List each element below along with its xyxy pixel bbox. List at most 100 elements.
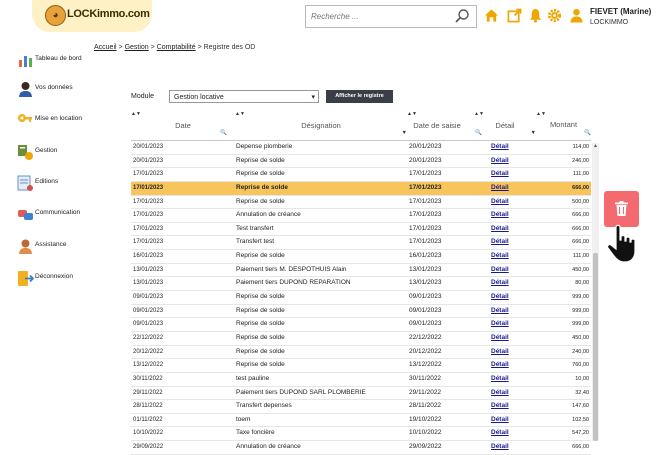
search-box[interactable] (305, 5, 477, 28)
user-icon[interactable] (569, 8, 584, 23)
sort-arrows-icon[interactable]: ▲▼ (131, 111, 141, 117)
column-date[interactable]: ▲▼ Date 🔍 (131, 110, 235, 140)
detail-link[interactable]: Détail (491, 168, 509, 181)
detail-link[interactable]: Détail (491, 414, 509, 427)
table-row[interactable]: 20/01/2023 Reprise de solde 20/01/2023 Déta… (131, 155, 591, 169)
logo[interactable]: ◕ LOCKimmo.com (32, 0, 152, 32)
column-designation[interactable]: ▲▼ Désignation ▼ (235, 110, 407, 140)
table-row[interactable]: 22/12/2022 Reprise de solde 22/12/2022 Déta… (131, 332, 591, 346)
table-row[interactable]: 17/01/2023 Reprise de solde 17/01/2023 Déta… (131, 181, 591, 196)
bell-icon[interactable] (528, 8, 543, 23)
detail-link[interactable]: Détail (491, 332, 509, 345)
external-link-icon[interactable] (507, 8, 522, 23)
sidebar-item-vos-donnees[interactable]: Vos données (15, 81, 115, 101)
cell-date: 20/12/2022 (133, 348, 164, 355)
detail-link[interactable]: Détail (491, 359, 509, 372)
sidebar-item-label: Assistance (35, 241, 67, 248)
cell-date: 17/01/2023 (133, 184, 164, 191)
sidebar-item-gestion[interactable]: Gestion (15, 144, 115, 164)
breadcrumb-gestion[interactable]: Gestion (125, 44, 149, 51)
sort-arrows-icon[interactable]: ▲▼ (474, 111, 484, 117)
module-select[interactable]: Gestion locative ▾ (169, 90, 319, 103)
sort-arrows-icon[interactable]: ▲▼ (407, 111, 417, 117)
detail-link[interactable]: Détail (491, 155, 509, 168)
detail-link[interactable]: Détail (491, 209, 509, 222)
detail-link[interactable]: Détail (491, 182, 509, 195)
detail-link[interactable]: Détail (491, 318, 509, 331)
sidebar-item-mise-en-location[interactable]: Mise en location (15, 112, 115, 132)
detail-link[interactable]: Détail (491, 346, 509, 359)
home-icon[interactable] (484, 8, 499, 23)
sidebar-item-editions[interactable]: Editions (15, 175, 115, 195)
table-row[interactable]: 20/12/2022 Reprise de solde 20/12/2022 Déta… (131, 346, 591, 360)
breadcrumb-comptabilite[interactable]: Comptabilité (157, 44, 196, 51)
detail-link[interactable]: Détail (491, 441, 509, 454)
detail-link[interactable]: Détail (491, 291, 509, 304)
cell-designation: Reprise de solde (236, 170, 285, 178)
table-row[interactable]: 30/11/2022 test pauline 30/11/2022 Détail 10… (131, 373, 591, 387)
search-icon[interactable] (454, 8, 470, 24)
detail-link[interactable]: Détail (491, 223, 509, 236)
table-row[interactable]: 17/01/2023 Annulation de créance 17/01/202… (131, 209, 591, 223)
gear-icon[interactable] (547, 8, 562, 23)
detail-link[interactable]: Détail (491, 250, 509, 263)
detail-link[interactable]: Détail (491, 264, 509, 277)
detail-link[interactable]: Détail (491, 427, 509, 440)
table-scrollbar[interactable]: ▲ (592, 143, 599, 441)
search-icon[interactable]: 🔍 (220, 130, 227, 136)
sidebar-item-label: Editions (35, 178, 59, 185)
sidebar-item-communication[interactable]: Communication (15, 206, 115, 226)
cell-date: 09/01/2023 (133, 307, 164, 314)
table-row[interactable]: 17/01/2023 Test transfert 17/01/2023 Détail… (131, 223, 591, 237)
delete-button[interactable] (604, 191, 639, 227)
cell-montant: 147,60 (572, 403, 589, 410)
detail-link[interactable]: Détail (491, 373, 509, 386)
scroll-up-icon[interactable]: ▲ (592, 143, 599, 149)
sidebar-item-deconnexion[interactable]: Déconnexion (15, 270, 115, 290)
table-row[interactable]: 01/11/2022 toem 19/10/2022 Détail 102,50 (131, 414, 591, 428)
search-input[interactable] (306, 7, 446, 26)
sidebar-item-assistance[interactable]: Assistance (15, 238, 115, 258)
table-row[interactable]: 09/01/2023 Reprise de solde 09/01/2023 Déta… (131, 291, 591, 305)
sort-arrows-icon[interactable]: ▲▼ (536, 111, 546, 117)
table-row[interactable]: 29/09/2022 Annulation de créance 29/09/202… (131, 441, 591, 455)
sort-arrows-icon[interactable]: ▲▼ (235, 111, 245, 117)
detail-link[interactable]: Détail (491, 400, 509, 413)
table-row[interactable]: 13/01/2023 Paiement tiers DUPOND REPARATI… (131, 277, 591, 292)
column-detail[interactable]: ▲▼ Détail ▼ (474, 110, 536, 140)
detail-link[interactable]: Détail (491, 277, 509, 290)
table-row[interactable]: 20/01/2023 Depense plomberie 20/01/2023 Dét… (131, 141, 591, 155)
cell-date: 01/11/2022 (133, 416, 163, 423)
scrollbar-thumb[interactable] (593, 253, 598, 441)
module-select-value: Gestion locative (174, 94, 224, 101)
column-saisie[interactable]: ▲▼ Date de saisie 🔍 (407, 110, 482, 140)
cell-saisie: 10/10/2022 (409, 429, 442, 437)
cell-designation: Reprise de solde (236, 293, 285, 301)
detail-link[interactable]: Détail (491, 236, 509, 249)
show-register-button[interactable]: Afficher le registre (326, 90, 393, 103)
sidebar-item-label: Communication (35, 209, 81, 216)
column-montant[interactable]: ▲▼ Montant 🔍 (536, 110, 591, 140)
cell-date: 09/01/2023 (133, 321, 164, 328)
table-row[interactable]: 17/01/2023 Reprise de solde 17/01/2023 Déta… (131, 196, 591, 210)
cell-date: 17/01/2023 (133, 239, 164, 246)
table-row[interactable]: 17/01/2023 Reprise de solde 17/01/2023 Déta… (131, 168, 591, 182)
table-row[interactable]: 09/01/2023 Reprise de solde 09/01/2023 Déta… (131, 305, 591, 319)
detail-link[interactable]: Détail (491, 196, 509, 209)
table-row[interactable]: 16/01/2023 Reprise de solde 16/01/2023 Déta… (131, 250, 591, 264)
table-row[interactable]: 09/01/2023 Reprise de solde 09/01/2023 Déta… (131, 318, 591, 332)
table-row[interactable]: 29/11/2022 Paiement tiers DUPOND SARL PLO… (131, 387, 591, 401)
detail-link[interactable]: Détail (491, 141, 509, 154)
breadcrumb-home[interactable]: Accueil (94, 44, 117, 51)
table-row[interactable]: 10/10/2022 Taxe foncière 10/10/2022 Détail 5… (131, 427, 591, 442)
table-row[interactable]: 28/11/2022 Transfert depenses 28/11/2022 Dé… (131, 400, 591, 414)
table-row[interactable]: 13/01/2023 Paiement tiers M. DESPOTHUIS A… (131, 264, 591, 278)
search-icon[interactable]: 🔍 (584, 130, 591, 136)
table-row[interactable]: 17/01/2023 Transfert test 17/01/2023 Détail… (131, 236, 591, 251)
cell-saisie: 17/01/2023 (409, 170, 442, 178)
detail-link[interactable]: Détail (491, 305, 509, 318)
table-row[interactable]: 13/12/2022 Reprise de solde 13/12/2022 Déta… (131, 359, 591, 373)
sidebar-item-tableau-de-bord[interactable]: Tableau de bord (15, 52, 115, 72)
editions-icon (17, 175, 33, 191)
detail-link[interactable]: Détail (491, 387, 509, 400)
